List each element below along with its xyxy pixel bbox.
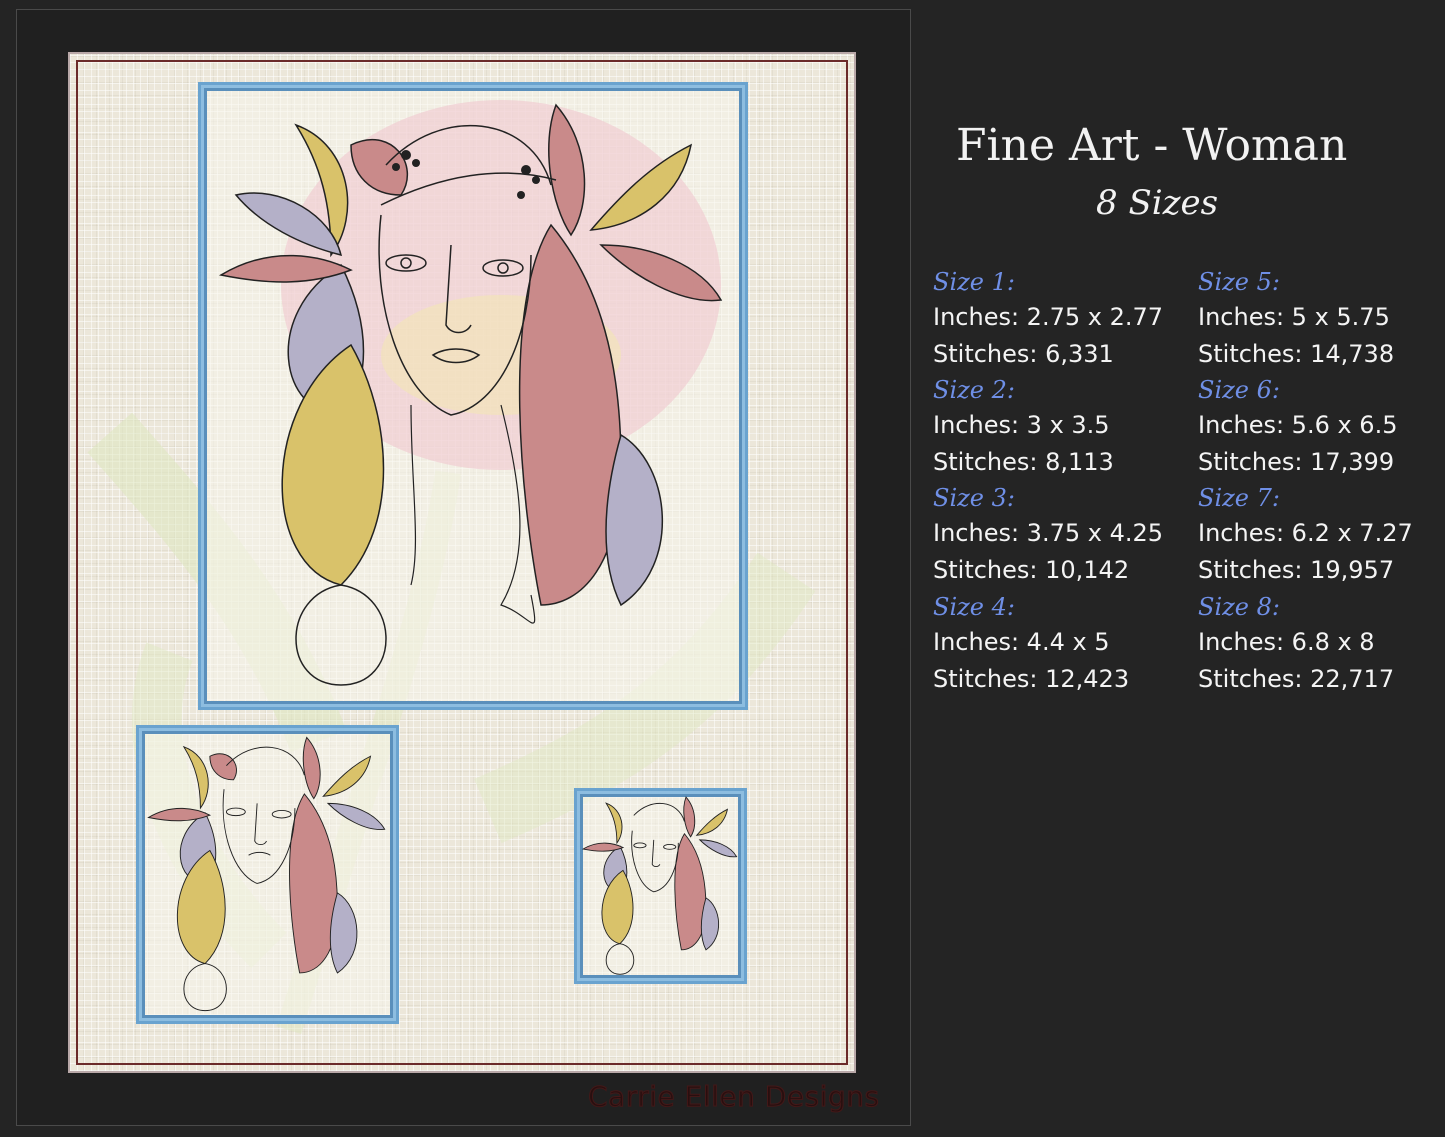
size-stitches: Stitches: 12,423	[933, 665, 1130, 693]
watermark-signature: Carrie Ellen Designs	[588, 1080, 880, 1114]
size-label: Size 4:	[933, 593, 1015, 621]
size-stitches: Stitches: 6,331	[933, 340, 1114, 368]
size-label: Size 3:	[933, 484, 1015, 512]
size-inches: Inches: 2.75 x 2.77	[933, 303, 1164, 331]
size-stitches: Stitches: 17,399	[1198, 448, 1395, 476]
size-block-2: Size 2: Inches: 3 x 3.5 Stitches: 8,113	[933, 373, 1173, 481]
size-label: Size 8:	[1198, 593, 1280, 621]
size-inches: Inches: 3.75 x 4.25	[933, 519, 1164, 547]
size-label: Size 7:	[1198, 484, 1280, 512]
size-inches: Inches: 3 x 3.5	[933, 411, 1110, 439]
size-inches: Inches: 4.4 x 5	[933, 628, 1110, 656]
size-block-6: Size 6: Inches: 5.6 x 6.5 Stitches: 17,3…	[1198, 373, 1438, 481]
size-label: Size 1:	[933, 268, 1015, 296]
portrait-frame-large	[198, 82, 748, 710]
size-block-3: Size 3: Inches: 3.75 x 4.25 Stitches: 10…	[933, 481, 1173, 589]
portrait-frame-small	[574, 788, 747, 984]
portrait-frame-medium	[136, 725, 399, 1024]
size-label: Size 2:	[933, 376, 1015, 404]
size-inches: Inches: 6.8 x 8	[1198, 628, 1375, 656]
size-block-7: Size 7: Inches: 6.2 x 7.27 Stitches: 19,…	[1198, 481, 1438, 589]
size-inches: Inches: 5.6 x 6.5	[1198, 411, 1398, 439]
woman-portrait-small	[581, 796, 738, 975]
size-block-4: Size 4: Inches: 4.4 x 5 Stitches: 12,423	[933, 590, 1173, 698]
size-label: Size 5:	[1198, 268, 1280, 296]
size-inches: Inches: 5 x 5.75	[1198, 303, 1390, 331]
design-title: Fine Art - Woman	[956, 120, 1348, 171]
size-stitches: Stitches: 22,717	[1198, 665, 1395, 693]
size-block-8: Size 8: Inches: 6.8 x 8 Stitches: 22,717	[1198, 590, 1438, 698]
size-label: Size 6:	[1198, 376, 1280, 404]
woman-portrait-medium	[147, 736, 386, 1012]
size-stitches: Stitches: 19,957	[1198, 556, 1395, 584]
woman-portrait-large	[218, 100, 723, 686]
design-subtitle: 8 Sizes	[1096, 183, 1219, 223]
size-stitches: Stitches: 8,113	[933, 448, 1114, 476]
size-block-5: Size 5: Inches: 5 x 5.75 Stitches: 14,73…	[1198, 265, 1438, 373]
size-block-1: Size 1: Inches: 2.75 x 2.77 Stitches: 6,…	[933, 265, 1173, 373]
size-stitches: Stitches: 10,142	[933, 556, 1130, 584]
size-stitches: Stitches: 14,738	[1198, 340, 1395, 368]
size-inches: Inches: 6.2 x 7.27	[1198, 519, 1413, 547]
